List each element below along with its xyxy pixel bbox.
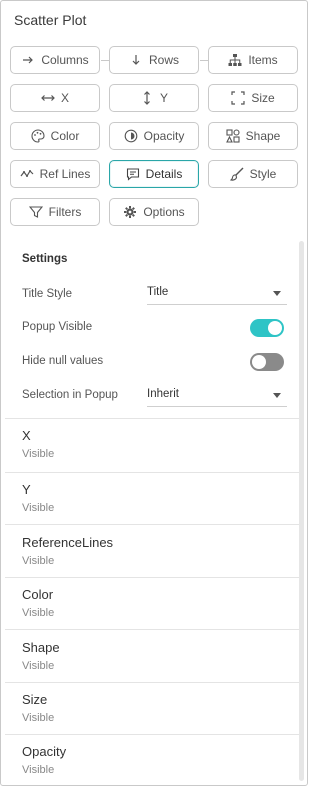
x-label: X	[60, 91, 69, 105]
style-button[interactable]: Style	[208, 160, 298, 188]
section-title: Shape	[22, 640, 60, 655]
arrow-down-icon	[129, 53, 143, 67]
section-status: Visible	[22, 502, 55, 514]
section-y[interactable]: Y Visible	[5, 474, 299, 526]
hide-null-toggle[interactable]	[250, 353, 284, 371]
section-reference-lines[interactable]: ReferenceLines Visible	[5, 527, 299, 579]
section-title: Opacity	[22, 744, 67, 759]
toggle-knob	[252, 355, 266, 369]
toggle-knob	[268, 321, 282, 335]
divider	[5, 524, 299, 525]
title-style-value: Title	[147, 286, 169, 298]
arrow-right-icon	[21, 53, 35, 67]
filters-label: Filters	[48, 205, 82, 219]
section-title: Y	[22, 482, 31, 497]
section-x[interactable]: X Visible	[5, 420, 299, 472]
x-button[interactable]: X	[10, 84, 100, 112]
size-button[interactable]: Size	[208, 84, 298, 112]
filters-button[interactable]: Filters	[10, 198, 100, 226]
line-chart-icon	[20, 167, 34, 181]
y-label: Y	[159, 91, 168, 105]
hierarchy-icon	[228, 53, 242, 67]
selection-in-popup-value: Inherit	[147, 388, 179, 400]
section-title: X	[22, 428, 31, 443]
gear-icon	[123, 205, 137, 219]
divider	[5, 682, 299, 683]
items-button[interactable]: Items	[208, 46, 298, 74]
section-title: Size	[22, 692, 48, 707]
popup-visible-toggle[interactable]	[250, 319, 284, 337]
hide-null-label: Hide null values	[22, 355, 104, 367]
section-title: Color	[22, 587, 54, 602]
palette-icon	[31, 129, 45, 143]
section-status: Visible	[22, 607, 55, 619]
divider	[5, 629, 299, 630]
filter-icon	[28, 205, 43, 219]
size-label: Size	[251, 91, 275, 105]
color-button[interactable]: Color	[10, 122, 100, 150]
ref-lines-button[interactable]: Ref Lines	[10, 160, 100, 188]
color-label: Color	[50, 129, 80, 143]
settings-scroll-area: Settings Title Style Title Popup Visible…	[5, 239, 299, 784]
comment-icon	[126, 167, 140, 181]
section-title: ReferenceLines	[22, 535, 114, 550]
horizontal-arrows-icon	[41, 91, 55, 105]
y-button[interactable]: Y	[109, 84, 199, 112]
vertical-arrows-icon	[140, 91, 154, 105]
rows-button[interactable]: Rows	[109, 46, 199, 74]
details-label: Details	[145, 167, 183, 181]
selection-in-popup-label: Selection in Popup	[22, 389, 118, 401]
selection-in-popup-dropdown[interactable]: Inherit	[147, 385, 287, 407]
title-style-dropdown[interactable]: Title	[147, 283, 287, 305]
scatter-plot-panel: Scatter Plot Columns Rows Items X Y Size…	[0, 0, 308, 786]
shape-button[interactable]: Shape	[208, 122, 298, 150]
section-status: Visible	[22, 555, 55, 567]
style-label: Style	[249, 167, 277, 181]
settings-heading: Settings	[22, 253, 68, 265]
section-opacity[interactable]: Opacity Visible	[5, 736, 299, 784]
rows-label: Rows	[148, 53, 179, 67]
section-status: Visible	[22, 448, 55, 460]
divider	[5, 734, 299, 735]
ref-lines-label: Ref Lines	[39, 167, 91, 181]
section-status: Visible	[22, 764, 55, 776]
resize-corners-icon	[231, 91, 245, 105]
connector-line	[101, 60, 109, 61]
divider	[5, 472, 299, 473]
caret-down-icon	[273, 393, 281, 398]
opacity-label: Opacity	[143, 129, 185, 143]
section-color[interactable]: Color Visible	[5, 579, 299, 631]
section-status: Visible	[22, 660, 55, 672]
divider	[5, 418, 299, 419]
columns-button[interactable]: Columns	[10, 46, 100, 74]
brush-icon	[229, 167, 244, 181]
opacity-button[interactable]: Opacity	[109, 122, 199, 150]
shape-label: Shape	[245, 129, 281, 143]
opacity-icon	[124, 129, 138, 143]
popup-visible-label: Popup Visible	[22, 321, 93, 333]
options-label: Options	[143, 205, 185, 219]
caret-down-icon	[273, 291, 281, 296]
title-style-label: Title Style	[22, 288, 73, 300]
options-button[interactable]: Options	[109, 198, 199, 226]
section-size[interactable]: Size Visible	[5, 684, 299, 736]
shapes-icon	[225, 129, 240, 143]
divider	[5, 577, 299, 578]
section-shape[interactable]: Shape Visible	[5, 632, 299, 684]
connector-line	[200, 60, 208, 61]
columns-label: Columns	[41, 53, 89, 67]
details-button[interactable]: Details	[109, 160, 199, 188]
vertical-scrollbar[interactable]	[299, 241, 304, 781]
items-label: Items	[248, 53, 278, 67]
section-status: Visible	[22, 712, 55, 724]
panel-title: Scatter Plot	[14, 12, 87, 28]
